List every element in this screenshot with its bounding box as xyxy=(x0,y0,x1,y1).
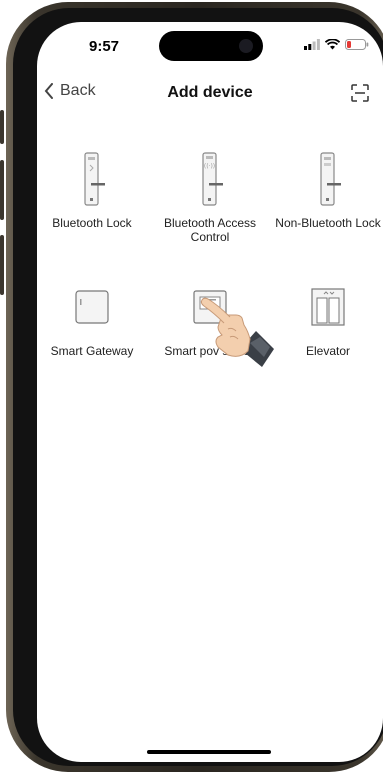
page-title: Add device xyxy=(167,84,253,101)
nav-bar: Back Add device xyxy=(37,82,383,108)
device-label: Elevator xyxy=(305,344,351,358)
volume-up-button xyxy=(0,160,4,220)
battery-icon xyxy=(345,39,369,50)
device-label: Smart Gateway xyxy=(50,344,134,358)
svg-text:((·)): ((·)) xyxy=(204,163,215,170)
mute-button xyxy=(0,110,4,144)
front-camera xyxy=(239,39,253,53)
device-label: Bluetooth Access Control xyxy=(163,216,257,244)
status-time: 9:57 xyxy=(89,38,120,55)
signal-icon xyxy=(304,39,320,50)
device-non-bluetooth-lock[interactable]: Non-Bluetooth Lock xyxy=(273,150,383,230)
volume-down-button xyxy=(0,235,4,295)
elevator-icon xyxy=(311,288,345,326)
phone-frame: 9:57 Back Add device Bluetooth Lock ((·)… xyxy=(0,0,383,777)
home-indicator xyxy=(147,750,271,754)
device-access-control[interactable]: ((·)) Bluetooth Access Control xyxy=(155,150,265,244)
non-bluetooth-lock-icon xyxy=(320,152,341,206)
gateway-icon xyxy=(75,290,109,324)
device-elevator[interactable]: Elevator xyxy=(273,278,383,358)
wifi-icon xyxy=(325,39,340,50)
access-control-icon: ((·)) xyxy=(202,152,223,206)
bluetooth-lock-icon xyxy=(84,152,105,206)
device-bluetooth-lock[interactable]: Bluetooth Lock xyxy=(37,150,147,230)
device-label: Bluetooth Lock xyxy=(52,216,132,230)
app-screen: 9:57 Back Add device Bluetooth Lock ((·)… xyxy=(37,22,383,762)
device-smart-gateway[interactable]: Smart Gateway xyxy=(37,278,147,358)
dynamic-island xyxy=(159,31,263,61)
device-label: Non-Bluetooth Lock xyxy=(275,216,381,230)
scan-icon[interactable] xyxy=(351,84,369,102)
status-icons xyxy=(304,39,369,50)
pointing-hand-icon xyxy=(200,297,274,367)
